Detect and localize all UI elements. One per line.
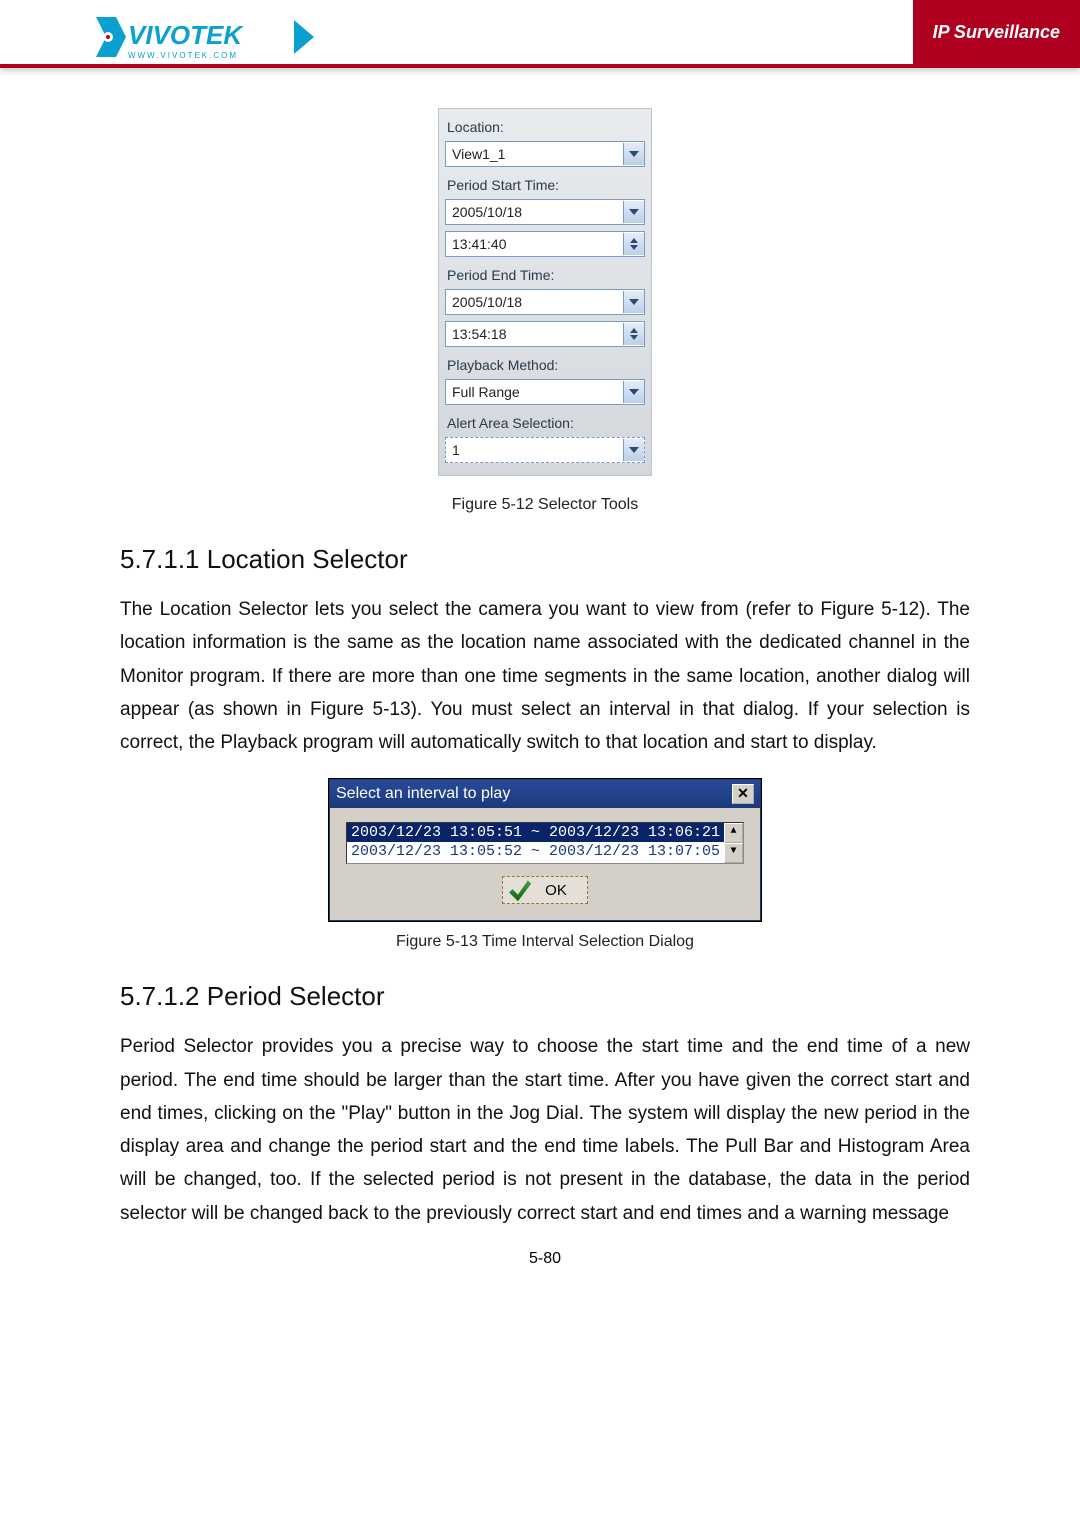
check-icon — [509, 879, 531, 901]
vivotek-logo: VIVOTEK WWW.VIVOTEK.COM — [96, 12, 316, 62]
spinner-icon[interactable] — [623, 323, 644, 345]
ok-button-label: OK — [545, 882, 567, 899]
section-5-7-1-1-heading: 5.7.1.1 Location Selector — [120, 544, 970, 575]
start-time-spinner[interactable]: 13:41:40 — [445, 231, 645, 257]
alert-area-select[interactable]: 1 — [445, 437, 645, 463]
spinner-icon[interactable] — [623, 233, 644, 255]
list-item[interactable]: 2003/12/23 13:05:52 ~ 2003/12/23 13:07:0… — [347, 842, 724, 861]
start-date-value: 2005/10/18 — [446, 204, 623, 220]
svg-text:VIVOTEK: VIVOTEK — [128, 20, 244, 50]
location-select[interactable]: View1_1 — [445, 141, 645, 167]
section-5-7-1-2-body: Period Selector provides you a precise w… — [120, 1030, 970, 1230]
interval-listbox[interactable]: 2003/12/23 13:05:51 ~ 2003/12/23 13:06:2… — [346, 822, 744, 864]
end-time-value: 13:54:18 — [446, 326, 623, 342]
chevron-down-icon[interactable] — [623, 439, 644, 461]
ip-surveillance-tag: IP Surveillance — [913, 0, 1080, 64]
page-number: 5-80 — [120, 1250, 970, 1268]
scroll-down-icon[interactable]: ▼ — [724, 843, 743, 863]
start-date-select[interactable]: 2005/10/18 — [445, 199, 645, 225]
chevron-down-icon[interactable] — [623, 291, 644, 313]
end-date-select[interactable]: 2005/10/18 — [445, 289, 645, 315]
start-time-value: 13:41:40 — [446, 236, 623, 252]
chevron-down-icon[interactable] — [623, 381, 644, 403]
figure-5-13-caption: Figure 5-13 Time Interval Selection Dial… — [120, 933, 970, 951]
alert-area-value: 1 — [446, 442, 623, 458]
chevron-down-icon[interactable] — [623, 143, 644, 165]
close-icon[interactable]: ✕ — [732, 784, 754, 804]
playback-method-value: Full Range — [446, 384, 623, 400]
section-5-7-1-1-body: The Location Selector lets you select th… — [120, 593, 970, 759]
selector-tools-panel: Location: View1_1 Period Start Time: 200… — [438, 108, 652, 476]
scrollbar[interactable]: ▲ ▼ — [724, 823, 743, 863]
section-5-7-1-2-heading: 5.7.1.2 Period Selector — [120, 981, 970, 1012]
end-time-spinner[interactable]: 13:54:18 — [445, 321, 645, 347]
dialog-title-text: Select an interval to play — [336, 785, 510, 803]
alert-area-label: Alert Area Selection: — [445, 411, 645, 435]
ok-button[interactable]: OK — [502, 876, 588, 904]
period-end-label: Period End Time: — [445, 263, 645, 287]
svg-text:WWW.VIVOTEK.COM: WWW.VIVOTEK.COM — [128, 51, 238, 60]
location-label: Location: — [445, 115, 645, 139]
chevron-down-icon[interactable] — [623, 201, 644, 223]
period-start-label: Period Start Time: — [445, 173, 645, 197]
location-value: View1_1 — [446, 146, 623, 162]
figure-5-12-caption: Figure 5-12 Selector Tools — [120, 496, 970, 514]
interval-dialog: Select an interval to play ✕ 2003/12/23 … — [329, 779, 761, 921]
dialog-titlebar: Select an interval to play ✕ — [330, 780, 760, 808]
page-header: VIVOTEK WWW.VIVOTEK.COM IP Surveillance — [0, 0, 1080, 68]
scroll-up-icon[interactable]: ▲ — [724, 823, 743, 843]
end-date-value: 2005/10/18 — [446, 294, 623, 310]
list-item[interactable]: 2003/12/23 13:05:51 ~ 2003/12/23 13:06:2… — [347, 823, 724, 842]
playback-method-select[interactable]: Full Range — [445, 379, 645, 405]
playback-method-label: Playback Method: — [445, 353, 645, 377]
